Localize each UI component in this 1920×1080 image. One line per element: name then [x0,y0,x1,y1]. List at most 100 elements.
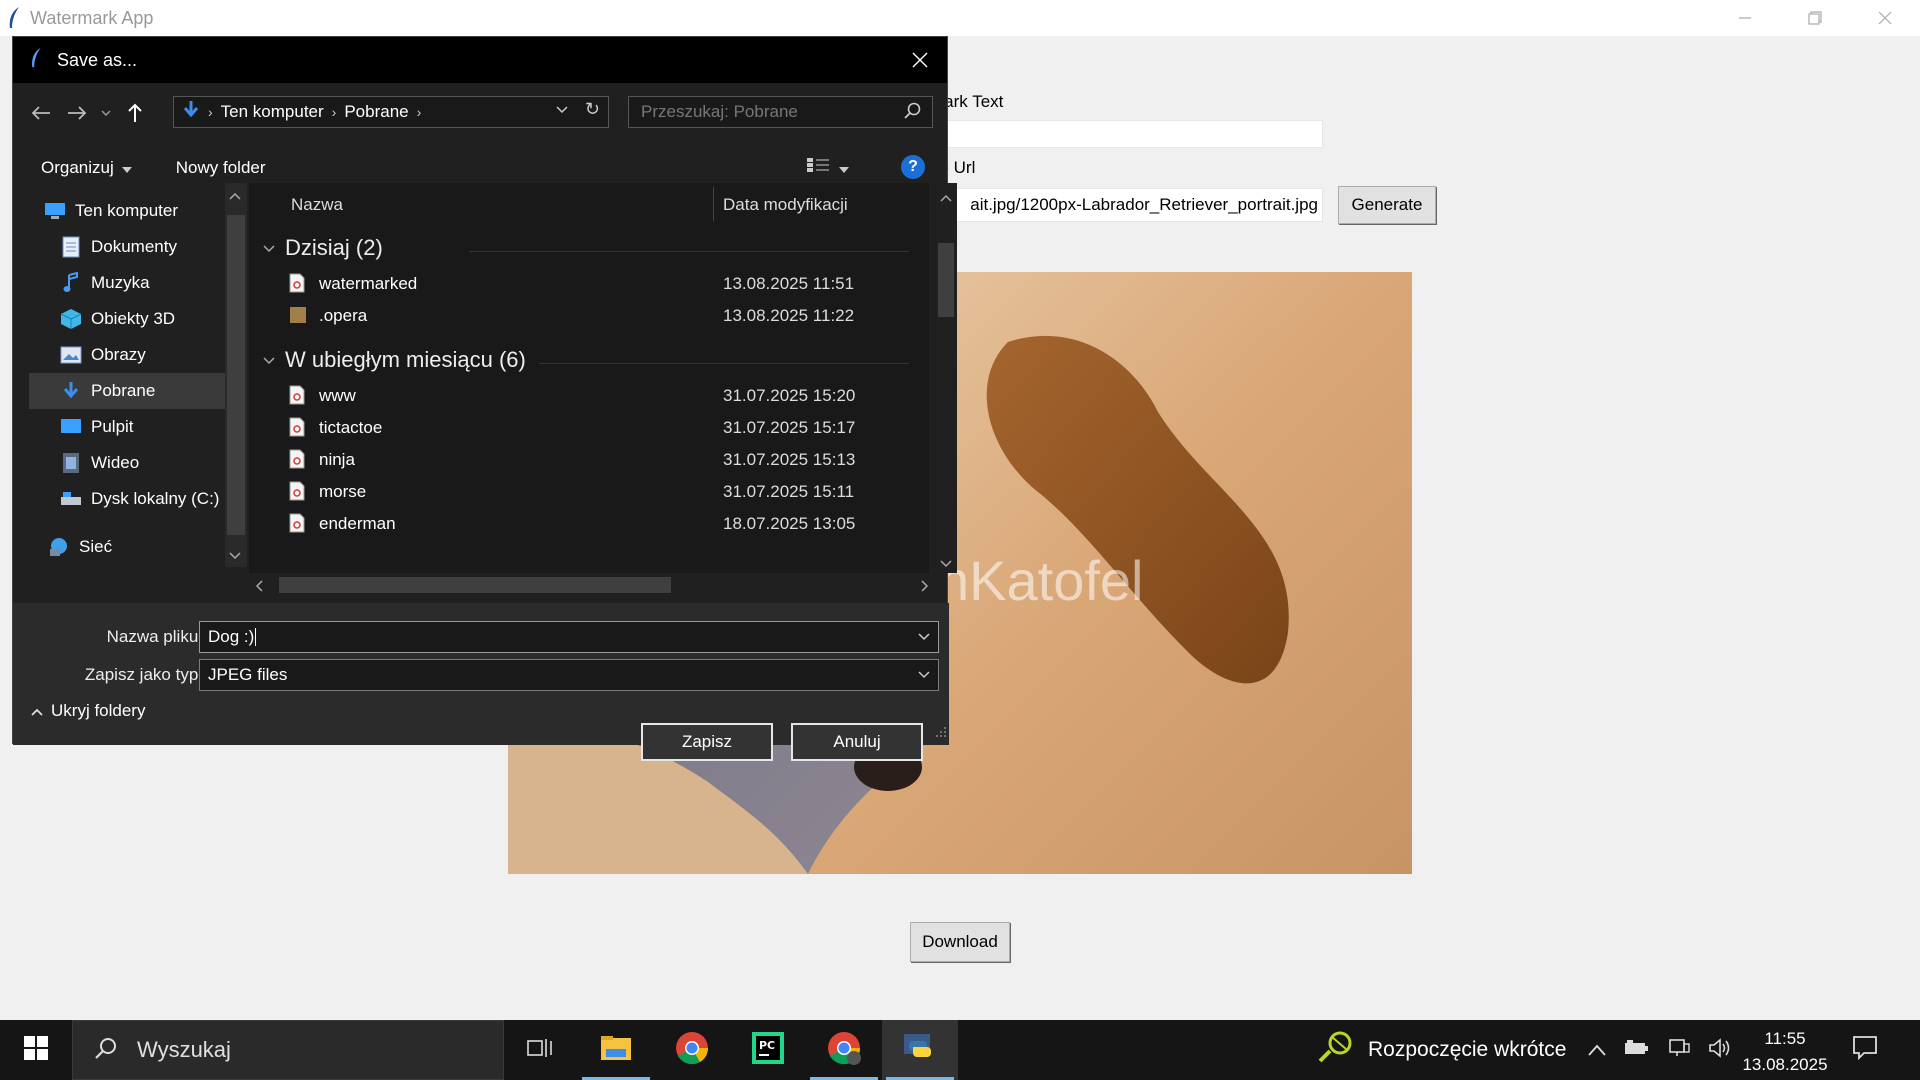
taskbar-file-explorer[interactable] [578,1020,654,1080]
taskbar-chrome-profile[interactable] [806,1020,882,1080]
video-icon [59,451,83,475]
app-titlebar: Watermark App [0,0,1920,36]
battery-icon[interactable] [1624,1039,1650,1061]
filename-input[interactable]: Dog :) [199,621,939,653]
recent-locations-chevron-icon[interactable] [95,95,117,131]
task-view-icon [527,1037,553,1064]
scroll-up-icon[interactable] [229,187,241,203]
close-button[interactable] [1850,0,1920,36]
task-view-button[interactable] [502,1020,578,1080]
network-icon[interactable] [1668,1038,1690,1063]
chevron-down-icon[interactable] [918,666,930,682]
address-dropdown-icon[interactable] [556,101,568,117]
refresh-icon[interactable]: ↻ [585,99,600,120]
scrollbar-thumb[interactable] [227,215,245,535]
dialog-titlebar: Save as... [13,37,947,83]
scrollbar-thumb[interactable] [938,243,954,317]
restore-button[interactable] [1780,0,1850,36]
watermark-text-input[interactable] [930,120,1323,148]
sidebar-item-label: Pobrane [91,381,156,400]
weather-text: Rozpoczęcie wkrótce [1368,1038,1567,1061]
taskbar-clock[interactable]: 11:55 13.08.2025 [1740,1026,1830,1078]
sidebar-item-siec[interactable]: Sieć [47,529,247,565]
taskbar-weather-widget[interactable]: Rozpoczęcie wkrótce [1316,1020,1566,1080]
breadcrumb-pobrane[interactable]: Pobrane [344,102,408,122]
up-arrow-icon[interactable] [117,95,153,131]
filename-label: Nazwa pliku: [106,627,203,646]
column-name-header[interactable]: Nazwa [291,195,343,215]
new-folder-button[interactable]: Nowy folder [176,158,266,178]
search-input[interactable]: Przeszukaj: Pobrane [628,96,933,128]
file-list-vertical-scrollbar[interactable] [935,183,957,573]
feather-icon [4,4,24,32]
pycharm-icon: PC [752,1031,784,1069]
chevron-up-icon [31,701,43,721]
address-bar[interactable]: › Ten komputer › Pobrane › ↻ [173,96,609,128]
view-options-button[interactable] [807,157,849,178]
chevron-down-icon [263,352,275,368]
help-icon[interactable]: ? [901,155,925,179]
download-button[interactable]: Download [910,922,1010,962]
image-file-icon [289,481,307,503]
scrollbar-thumb[interactable] [279,577,671,593]
generate-button[interactable]: Generate [1338,186,1436,224]
taskbar-search-input[interactable]: Wyszukaj [72,1020,504,1080]
list-item[interactable]: enderman 18.07.2025 13:05 [289,509,909,539]
file-list-horizontal-scrollbar[interactable] [249,573,935,597]
sidebar-item-label: Pulpit [91,417,134,436]
chrome-profile-icon [827,1031,861,1070]
save-button[interactable]: Zapisz [641,723,773,761]
back-arrow-icon[interactable] [23,95,59,131]
chevron-right-icon: › [416,104,422,120]
navigation-pane-scrollbar[interactable] [225,183,247,567]
pictures-icon [59,343,83,367]
list-item[interactable]: morse 31.07.2025 15:11 [289,477,909,507]
group-divider [539,363,909,364]
scroll-down-icon[interactable] [229,547,241,563]
volume-icon[interactable] [1708,1037,1732,1063]
image-url-input[interactable]: ait.jpg/1200px-Labrador_Retriever_portra… [930,188,1323,222]
clock-time: 11:55 [1764,1029,1806,1048]
taskbar-chrome[interactable] [654,1020,730,1080]
column-separator[interactable] [713,187,714,221]
download-icon [59,379,83,403]
breadcrumb-ten-komputer[interactable]: Ten komputer [221,102,324,122]
organize-menu[interactable]: Organizuj [41,158,132,178]
list-item[interactable]: tictactoe 31.07.2025 15:17 [289,413,909,443]
taskbar-python[interactable] [882,1020,958,1080]
app-title: Watermark App [30,7,154,28]
start-button[interactable] [0,1020,72,1080]
sidebar-item-ten-komputer[interactable]: Ten komputer [43,193,243,229]
search-placeholder: Przeszukaj: Pobrane [641,102,798,121]
file-name: enderman [319,514,396,533]
hide-folders-button[interactable]: Ukryj foldery [31,701,145,721]
list-item[interactable]: ninja 31.07.2025 15:13 [289,445,909,475]
image-file-icon [289,513,307,535]
group-header-today[interactable]: Dzisiaj (2) [263,235,383,261]
column-header: Nazwa Data modyfikacji [249,183,929,223]
cancel-button[interactable]: Anuluj [791,723,923,761]
chevron-down-icon[interactable] [918,628,930,644]
taskbar-pycharm[interactable]: PC [730,1020,806,1080]
chevron-right-icon: › [208,104,213,120]
scroll-down-icon[interactable] [940,555,952,573]
notification-center-button[interactable] [1852,1034,1878,1065]
filetype-value: JPEG files [208,665,288,684]
filetype-select[interactable]: JPEG files [199,659,939,691]
list-item[interactable]: .opera 13.08.2025 11:22 [289,301,909,331]
sidebar-item-dysk-lokalny[interactable]: Dysk lokalny (C:) [59,481,239,517]
chevron-up-icon[interactable] [1588,1040,1606,1061]
group-header-last-month[interactable]: W ubiegłym miesiącu (6) [263,347,526,373]
group-divider [469,251,909,252]
list-item[interactable]: watermarked 13.08.2025 11:51 [289,269,909,299]
scroll-left-icon[interactable] [255,579,263,597]
list-item[interactable]: www 31.07.2025 15:20 [289,381,909,411]
column-date-header[interactable]: Data modyfikacji [723,195,848,215]
resize-grip-icon[interactable] [935,725,947,743]
sidebar-item-pobrane[interactable]: Pobrane [29,373,225,409]
forward-arrow-icon[interactable] [59,95,95,131]
scroll-right-icon[interactable] [921,579,929,597]
minimize-button[interactable] [1710,0,1780,36]
scroll-up-icon[interactable] [940,189,952,207]
dialog-close-button[interactable] [905,45,935,75]
